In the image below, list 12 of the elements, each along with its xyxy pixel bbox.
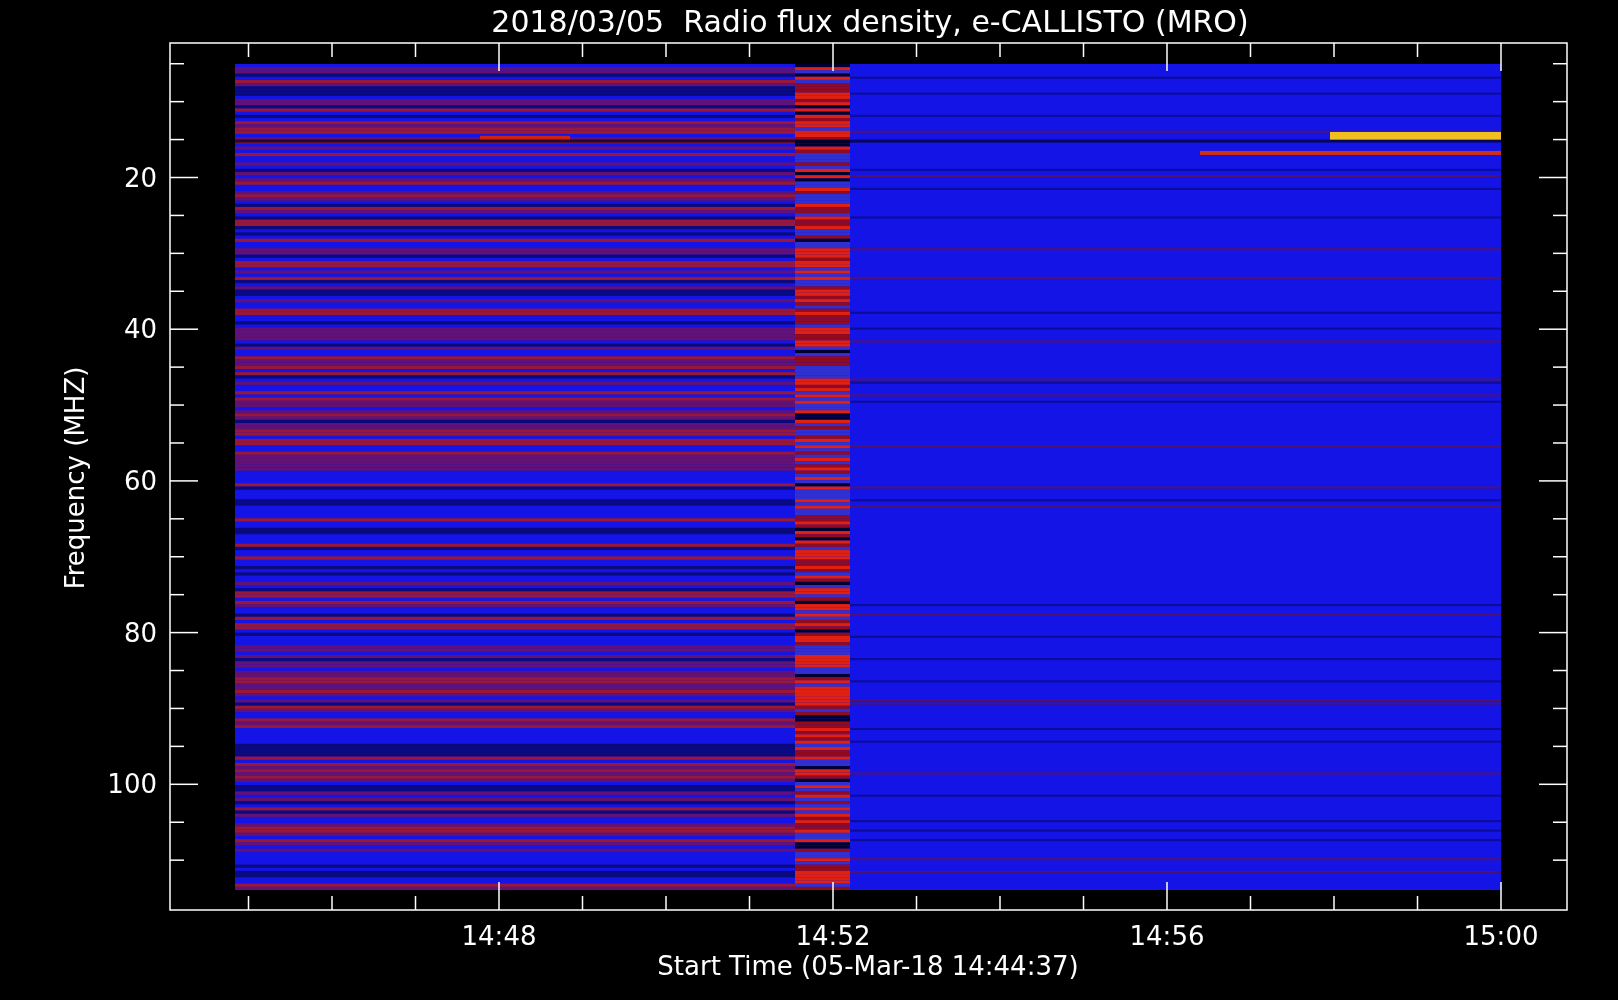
x-tick-label: 14:48 (461, 921, 537, 951)
x-tick-label: 15:00 (1463, 921, 1539, 951)
y-axis-label: Frequency (MHZ) (60, 366, 90, 590)
x-tick-label: 14:56 (1129, 921, 1205, 951)
x-tick-label: 14:52 (795, 921, 871, 951)
chart-title: 2018/03/05 Radio flux density, e-CALLISTO (MRO) (491, 4, 1249, 39)
y-tick-label: 80 (123, 617, 157, 648)
y-tick-label: 40 (123, 314, 157, 345)
y-tick-label: 100 (107, 769, 157, 800)
y-tick-label: 20 (123, 162, 157, 193)
y-tick-label: 60 (123, 465, 157, 496)
x-axis-label: Start Time (05-Mar-18 14:44:37) (657, 951, 1079, 981)
